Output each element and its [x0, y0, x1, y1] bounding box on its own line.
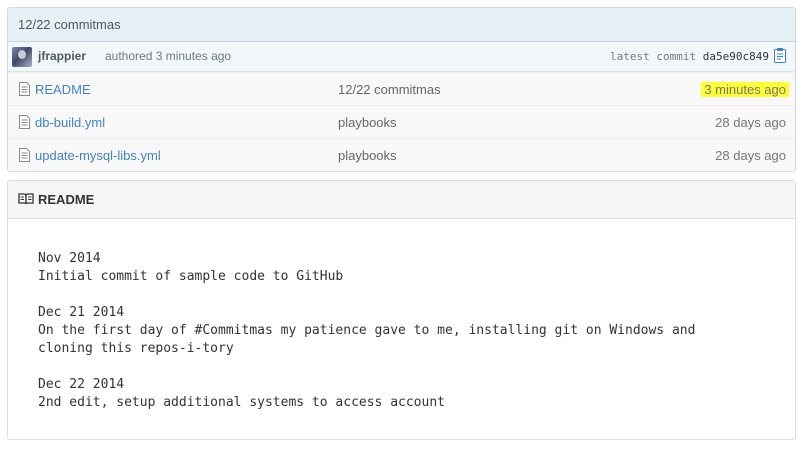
file-commit-message[interactable]: playbooks [338, 148, 397, 163]
clipboard-icon[interactable] [773, 47, 787, 63]
book-icon [18, 193, 34, 205]
readme-content: Nov 2014 Initial commit of sample code to… [8, 219, 795, 412]
readme-line: Dec 22 2014 [38, 377, 125, 392]
readme-title: README [38, 192, 95, 207]
file-link[interactable]: db-build.yml [35, 115, 105, 130]
readme-line: 2nd edit, setup additional systems to ac… [38, 395, 445, 410]
file-row-update-mysql-libs[interactable]: update-mysql-libs.yml playbooks 28 days … [8, 138, 795, 171]
commit-meta: jfrappier authored 3 minutes ago latest … [8, 42, 795, 72]
file-commit-message[interactable]: 12/22 commitmas [338, 82, 441, 97]
file-browser: 12/22 commitmas jfrappier authored 3 min… [7, 7, 796, 172]
readme-line [38, 286, 795, 304]
readme-line: Nov 2014 [38, 251, 101, 266]
readme-line: cloning this repos-i-tory [38, 341, 234, 356]
commit-author[interactable]: jfrappier [38, 49, 86, 63]
commit-title[interactable]: 12/22 commitmas [8, 8, 795, 42]
latest-commit-label: latest commit [610, 50, 697, 63]
avatar[interactable] [12, 47, 32, 67]
file-row-readme[interactable]: README 12/22 commitmas 3 minutes ago [8, 72, 795, 105]
commit-authored-time: authored 3 minutes ago [105, 49, 232, 63]
file-row-db-build[interactable]: db-build.yml playbooks 28 days ago [8, 105, 795, 138]
latest-commit: latest commit da5e90c849 [610, 50, 769, 63]
readme-panel: README Nov 2014 Initial commit of sample … [7, 180, 796, 440]
file-link[interactable]: README [35, 82, 91, 97]
file-text-icon [19, 115, 30, 129]
readme-line [38, 358, 795, 376]
commit-sha[interactable]: da5e90c849 [703, 50, 769, 63]
readme-header: README [8, 181, 795, 219]
file-text-icon [19, 148, 30, 162]
readme-line: On the first day of #Commitmas my patien… [38, 323, 696, 338]
readme-line: Dec 21 2014 [38, 305, 125, 320]
file-commit-message[interactable]: playbooks [338, 115, 397, 130]
file-age: 3 minutes ago [701, 82, 789, 97]
file-age: 28 days ago [715, 115, 786, 130]
file-age: 28 days ago [715, 148, 786, 163]
file-text-icon [19, 82, 30, 96]
readme-line: Initial commit of sample code to GitHub [38, 269, 344, 284]
file-link[interactable]: update-mysql-libs.yml [35, 148, 161, 163]
